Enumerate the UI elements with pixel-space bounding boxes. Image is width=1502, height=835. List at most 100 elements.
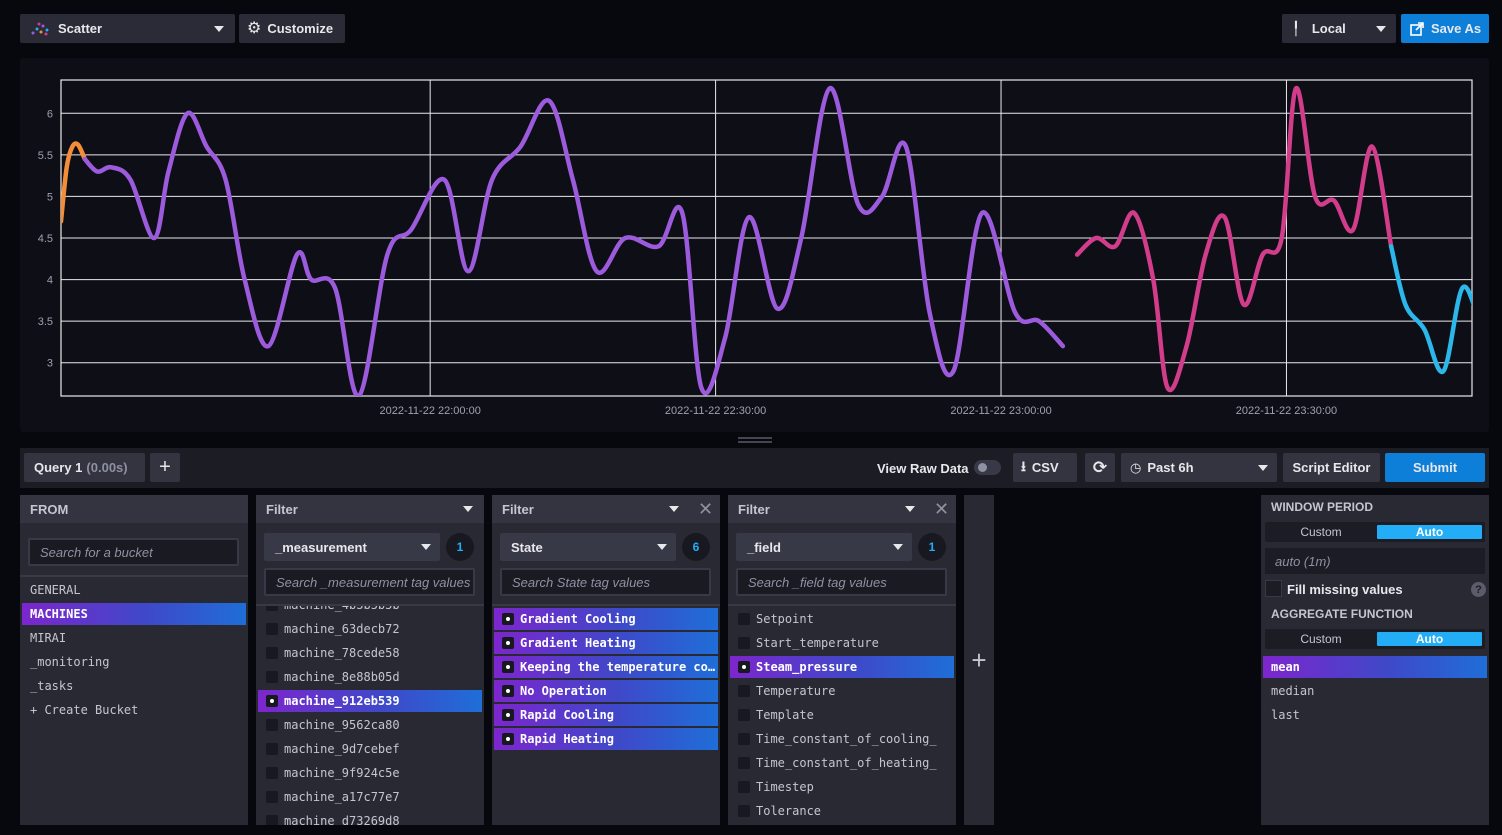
y-tick-label: 4 (47, 275, 53, 287)
query-tab[interactable]: Query 1 (0.00s) (24, 453, 145, 482)
toggle-knob (978, 463, 987, 472)
selected-count-badge: 1 (446, 533, 474, 561)
list-item-selected[interactable]: Gradient Heating (494, 632, 718, 654)
bucket-item-machines[interactable]: MACHINES (22, 603, 246, 625)
list-item[interactable]: Time_constant_of_heating_ (730, 752, 954, 774)
close-icon[interactable]: ✕ (934, 499, 949, 520)
resize-handle[interactable] (738, 437, 772, 443)
bucket-item-monitoring[interactable]: _monitoring (22, 651, 246, 673)
fill-missing-checkbox[interactable] (1265, 580, 1282, 597)
filter-title[interactable]: Filter (256, 495, 484, 523)
y-tick-label: 4.5 (38, 233, 53, 245)
tag-value-search-input[interactable]: Search _measurement tag values (264, 568, 475, 596)
list-item[interactable]: machine_d73269d8 (258, 810, 482, 825)
y-tick-label: 5.5 (38, 150, 53, 162)
y-tick-label: 6 (47, 108, 53, 120)
list-item-selected[interactable]: Rapid Heating (494, 728, 718, 750)
x-tick-label: 2022-11-22 22:30:00 (665, 405, 766, 417)
filter-title[interactable]: Filter (492, 495, 720, 523)
list-item[interactable]: Template (730, 704, 954, 726)
list-item-selected[interactable]: Steam_pressure (730, 656, 954, 678)
list-item-selected[interactable]: No Operation (494, 680, 718, 702)
local-dropdown[interactable]: ╿ Local (1282, 14, 1396, 43)
list-item-selected[interactable]: machine_912eb539 (258, 690, 482, 712)
bucket-item-mirai[interactable]: MIRAI (22, 627, 246, 649)
tag-value-search-input[interactable]: Search _field tag values (736, 568, 947, 596)
create-bucket-link[interactable]: + Create Bucket (22, 699, 246, 721)
chevron-down-icon[interactable] (463, 506, 473, 512)
y-tick-label: 3 (47, 358, 53, 370)
function-item-median[interactable]: median (1263, 680, 1487, 702)
auto-option[interactable]: Auto (1377, 525, 1482, 539)
customize-button[interactable]: ⚙ Customize (239, 14, 345, 43)
time-range-dropdown[interactable]: ◷ Past 6h (1121, 453, 1277, 482)
aggregate-toggle[interactable]: Custom Auto (1265, 629, 1485, 649)
tag-key-dropdown[interactable]: _field (736, 533, 912, 561)
submit-label: Submit (1412, 460, 1458, 475)
custom-option[interactable]: Custom (1269, 632, 1373, 646)
list-item[interactable]: machine_a17c77e7 (258, 786, 482, 808)
x-tick-label: 2022-11-22 23:30:00 (1236, 405, 1337, 417)
help-icon[interactable]: ? (1471, 582, 1486, 597)
chevron-down-icon[interactable] (905, 506, 915, 512)
pin-icon: ╿ (1292, 20, 1300, 36)
list-item[interactable]: machine_78cede58 (258, 642, 482, 664)
list-item[interactable]: Temperature (730, 680, 954, 702)
query-name: Query 1 (34, 460, 83, 475)
list-item[interactable]: Tolerance (730, 800, 954, 822)
customize-label: Customize (267, 21, 334, 36)
series-line-blue (1388, 244, 1472, 374)
download-icon: ⭳ (1021, 457, 1026, 474)
list-item-selected[interactable]: Keeping the temperature constant (494, 656, 718, 678)
y-tick-label: 3.5 (38, 316, 53, 328)
list-item[interactable]: machine_9562ca80 (258, 714, 482, 736)
close-icon[interactable]: ✕ (698, 499, 713, 520)
window-period-toggle[interactable]: Custom Auto (1265, 522, 1485, 542)
list-item[interactable]: machine_4b3b5b5b (258, 606, 482, 616)
list-item-selected[interactable]: Gradient Cooling (494, 608, 718, 630)
chevron-down-icon (893, 544, 903, 550)
list-item[interactable]: machine_63decb72 (258, 618, 482, 640)
list-item[interactable]: Start_temperature (730, 632, 954, 654)
time-series-chart[interactable]: 3 3.5 4 4.5 5 5.5 6 2022-11-22 22:00:00 2022-11-… (20, 58, 1489, 432)
list-item[interactable]: Timestep (730, 776, 954, 798)
selected-count-badge: 1 (918, 533, 946, 561)
export-icon (1410, 21, 1424, 36)
script-editor-label: Script Editor (1292, 460, 1371, 475)
add-query-button[interactable]: + (150, 453, 180, 482)
bucket-item-tasks[interactable]: _tasks (22, 675, 246, 697)
list-item[interactable]: Time_constant_of_cooling_ (730, 728, 954, 750)
function-item-last[interactable]: last (1263, 704, 1487, 726)
chevron-down-icon (1376, 26, 1386, 32)
filter-title[interactable]: Filter (728, 495, 956, 523)
add-filter-button[interactable]: + (964, 495, 994, 825)
list-item[interactable]: machine_8e88b05d (258, 666, 482, 688)
view-raw-toggle[interactable] (974, 460, 1001, 475)
gear-icon: ⚙ (247, 19, 262, 37)
csv-button[interactable]: ⭳ CSV (1013, 453, 1077, 482)
auto-option[interactable]: Auto (1377, 632, 1482, 646)
submit-button[interactable]: Submit (1385, 453, 1485, 482)
bucket-item-general[interactable]: GENERAL (22, 579, 246, 601)
custom-option[interactable]: Custom (1269, 525, 1373, 539)
aggregate-function-title: AGGREGATE FUNCTION (1271, 607, 1413, 621)
chevron-down-icon (1258, 465, 1268, 471)
function-item-mean[interactable]: mean (1263, 656, 1487, 678)
script-editor-button[interactable]: Script Editor (1283, 453, 1380, 482)
refresh-button[interactable]: ⟳ (1085, 453, 1115, 482)
save-as-button[interactable]: Save As (1401, 14, 1489, 43)
list-item[interactable]: machine_9d7cebef (258, 738, 482, 760)
tag-value-search-input[interactable]: Search State tag values (500, 568, 711, 596)
list-item[interactable]: machine_9f924c5e (258, 762, 482, 784)
list-item-selected[interactable]: Rapid Cooling (494, 704, 718, 726)
chevron-down-icon[interactable] (669, 506, 679, 512)
list-item[interactable]: Setpoint (730, 608, 954, 630)
window-period-input[interactable]: auto (1m) (1265, 548, 1485, 574)
viz-type-dropdown[interactable]: Scatter (20, 14, 235, 43)
tag-key-dropdown[interactable]: _measurement (264, 533, 440, 561)
bucket-search-input[interactable]: Search for a bucket (28, 538, 239, 566)
csv-label: CSV (1031, 460, 1059, 475)
tag-key-dropdown[interactable]: State (500, 533, 676, 561)
time-range-label: Past 6h (1147, 460, 1194, 475)
selected-count-badge: 6 (682, 533, 710, 561)
